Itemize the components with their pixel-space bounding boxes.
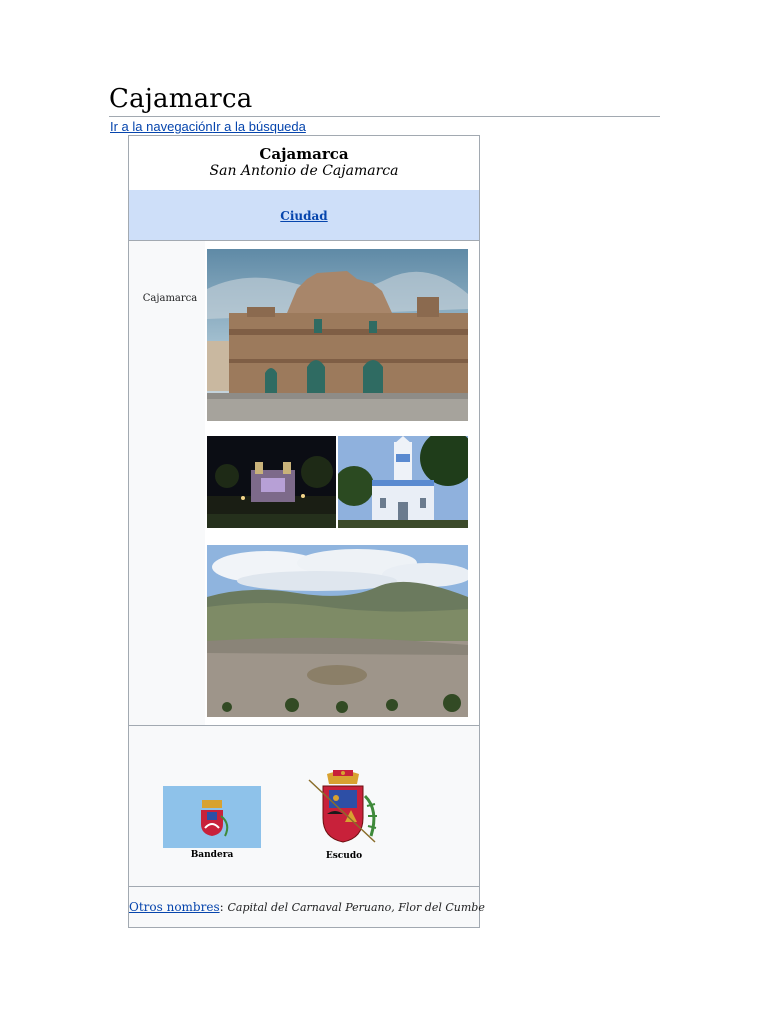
shield-illustration — [308, 770, 377, 843]
other-names-row: Otros nombres: Capital del Carnaval Peru… — [129, 900, 485, 914]
photo-montage — [205, 241, 479, 725]
infobox: Cajamarca San Antonio de Cajamarca Ciuda… — [128, 135, 485, 928]
page-title: Cajamarca — [109, 84, 253, 114]
other-names-value: Capital del Carnaval Peruano, Flor del C… — [227, 901, 485, 914]
cathedral-illustration — [207, 249, 468, 421]
flag-image[interactable] — [163, 786, 261, 848]
infobox-full-name: San Antonio de Cajamarca — [209, 163, 399, 179]
jump-links: Ir a la navegaciónIr a la búsqueda — [110, 119, 306, 134]
flag-label: Bandera — [190, 850, 234, 860]
city-panorama-photo[interactable] — [207, 545, 468, 717]
photo-caption: Cajamarca — [142, 293, 198, 304]
shield-image[interactable] — [305, 770, 383, 852]
church-illustration — [338, 436, 468, 528]
title-divider — [109, 116, 660, 117]
cathedral-photo[interactable] — [207, 249, 468, 421]
city-panorama-illustration — [207, 545, 468, 717]
infobox-type-band: Ciudad — [129, 190, 479, 241]
flag-illustration — [163, 786, 261, 848]
other-names-separator: : — [219, 900, 224, 914]
other-names-link[interactable]: Otros nombres — [129, 900, 220, 914]
shield-label: Escudo — [325, 851, 363, 861]
infobox-name: Cajamarca — [259, 145, 349, 163]
entity-type-link[interactable]: Ciudad — [129, 209, 479, 223]
night-plaza-photo[interactable] — [207, 436, 336, 528]
night-plaza-illustration — [207, 436, 336, 528]
jump-to-search-link[interactable]: Ir a la búsqueda — [213, 119, 306, 134]
photo-montage-row: Cajamarca — [129, 241, 479, 726]
church-photo[interactable] — [338, 436, 468, 528]
infobox-header: Cajamarca San Antonio de Cajamarca — [129, 136, 479, 191]
jump-to-navigation-link[interactable]: Ir a la navegación — [110, 119, 213, 134]
symbols-row: Bandera Escudo — [129, 726, 479, 887]
